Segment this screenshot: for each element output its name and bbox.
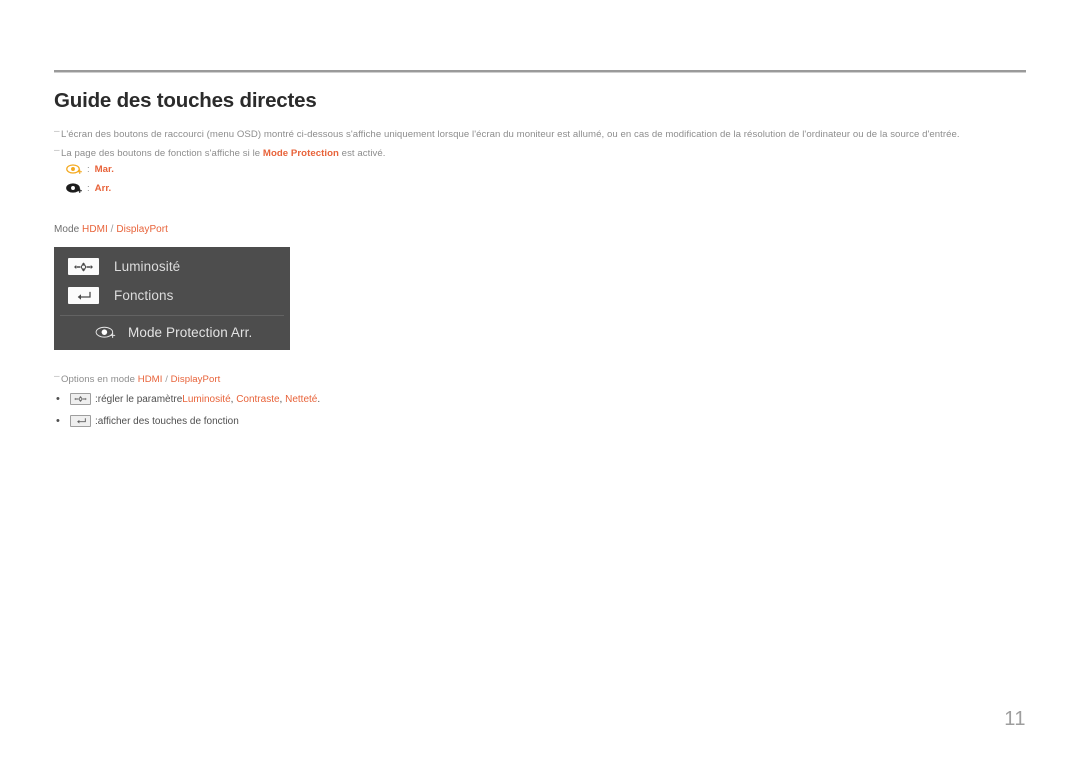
note-3-text-before: Options en mode — [61, 374, 138, 385]
bullet-1-item-2: Netteté — [285, 393, 318, 405]
mode-hdmi: HDMI — [82, 224, 108, 235]
note-3-hdmi: HDMI — [137, 374, 163, 385]
legend-colon: : — [87, 183, 90, 194]
bullet-item-brightness: : régler le paramètre Luminosité , Contr… — [56, 393, 320, 405]
note-1-text: L'écran des boutons de raccourci (menu O… — [61, 129, 960, 140]
bullet-dot-icon — [56, 416, 70, 427]
bullet-1-item-0: Luminosité — [182, 393, 231, 405]
enter-return-icon — [68, 287, 99, 304]
bullet-1-text-after: . — [317, 393, 321, 405]
note-line-1: L'écran des boutons de raccourci (menu O… — [54, 128, 960, 141]
note-3-separator: / — [162, 374, 171, 385]
note-2-highlight: Mode Protection — [262, 148, 339, 159]
osd-label-functions: Fonctions — [114, 288, 174, 303]
note-dash-icon — [54, 125, 61, 138]
osd-row-brightness[interactable]: Luminosité — [54, 252, 290, 281]
bullet-2-text: afficher des touches de fonction — [97, 415, 239, 427]
legend-label-on: Mar. — [94, 164, 114, 175]
joystick-5way-icon — [68, 258, 99, 275]
note-line-2: La page des boutons de fonction s'affich… — [54, 147, 386, 160]
note-dash-icon — [54, 144, 61, 157]
osd-row-functions[interactable]: Fonctions — [54, 281, 290, 310]
note-line-3: Options en mode HDMI / DisplayPort — [54, 374, 220, 385]
osd-menu-list: Luminosité Fonctions Mode Protection Arr… — [54, 247, 290, 349]
joystick-5way-icon — [70, 393, 91, 405]
page-number: 11 — [1004, 708, 1026, 730]
legend-label-off: Arr. — [94, 183, 112, 194]
bullet-item-functions: : afficher des touches de fonction — [56, 415, 239, 427]
eye-protection-icon — [95, 325, 117, 340]
document-page: Guide des touches directes L'écran des b… — [0, 0, 1080, 763]
bullet-dot-icon — [56, 394, 70, 405]
note-2-text-before: La page des boutons de fonction s'affich… — [61, 148, 263, 159]
legend-row-on: : Mar. — [66, 164, 114, 175]
osd-label-brightness: Luminosité — [114, 259, 181, 274]
legend-colon: : — [87, 164, 90, 175]
page-title: Guide des touches directes — [54, 89, 317, 112]
bullet-1-item-1: Contraste — [236, 393, 280, 405]
osd-label-protection-mode: Mode Protection Arr. — [128, 325, 253, 340]
note-3-displayport: DisplayPort — [170, 374, 221, 385]
eye-protection-off-icon — [66, 183, 82, 194]
bullet-1-text-before: régler le paramètre — [97, 393, 183, 405]
mode-displayport: DisplayPort — [116, 224, 168, 235]
enter-return-icon — [70, 415, 91, 427]
note-dash-icon — [54, 371, 61, 382]
legend-row-off: : Arr. — [66, 183, 111, 194]
osd-panel: Luminosité Fonctions Mode Protection Arr… — [54, 247, 290, 350]
eye-protection-on-icon — [66, 164, 82, 175]
mode-line: Mode HDMI / DisplayPort — [54, 224, 168, 235]
header-divider — [54, 70, 1026, 73]
osd-row-protection-mode[interactable]: Mode Protection Arr. — [54, 316, 290, 349]
mode-prefix: Mode — [54, 224, 83, 235]
note-2-text-after: est activé. — [338, 148, 386, 159]
